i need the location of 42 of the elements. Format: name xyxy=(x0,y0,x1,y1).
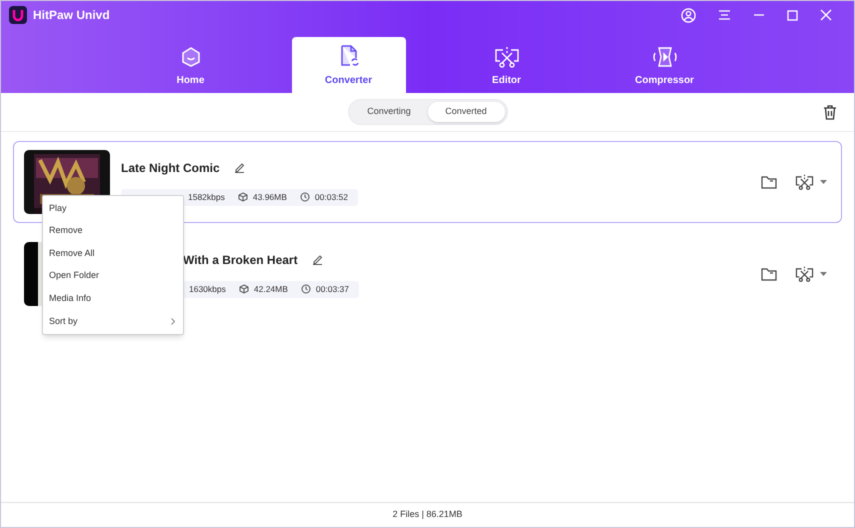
dropdown-caret-icon[interactable] xyxy=(820,272,827,276)
scissors-frame-icon[interactable] xyxy=(795,173,814,191)
segment-tab[interactable]: Converting xyxy=(350,102,428,122)
nav-tab[interactable]: Editor xyxy=(450,37,564,93)
pencil-icon[interactable] xyxy=(312,254,323,265)
file-title: With a Broken Heart xyxy=(183,252,298,268)
nav-tab[interactable]: Compressor xyxy=(608,37,722,93)
duration-text: 00:03:52 xyxy=(314,190,348,204)
scissors-frame-icon xyxy=(494,46,520,68)
bitrate-text: 1630kbps xyxy=(189,282,226,296)
app-logo-icon xyxy=(9,6,27,24)
menu-item[interactable]: Remove All xyxy=(43,242,183,265)
home-icon xyxy=(180,46,202,68)
bitrate-text: 1582kbps xyxy=(188,190,225,204)
menu-item[interactable]: Open Folder xyxy=(43,264,183,288)
nav-tab[interactable]: Home xyxy=(134,37,248,93)
cube-icon xyxy=(238,284,249,294)
size-text: 42.24MB xyxy=(254,282,288,296)
segment-tab[interactable]: Converted xyxy=(428,102,504,122)
trash-icon[interactable] xyxy=(823,104,837,120)
menu-item[interactable]: Sort by xyxy=(43,310,183,333)
window-title: HitPaw Univd xyxy=(33,7,110,24)
menu-icon[interactable] xyxy=(718,9,731,21)
menu-item[interactable]: Play xyxy=(43,197,183,220)
clock-icon xyxy=(300,284,311,294)
duration-text: 00:03:37 xyxy=(316,282,349,296)
folder-icon[interactable] xyxy=(761,267,777,281)
file-title: Late Night Comic xyxy=(121,160,220,176)
maximize-icon[interactable] xyxy=(787,10,798,20)
close-icon[interactable] xyxy=(820,9,832,21)
scissors-frame-icon[interactable] xyxy=(795,265,814,283)
folder-icon[interactable] xyxy=(761,175,777,189)
size-text: 43.96MB xyxy=(252,190,287,204)
compress-icon xyxy=(652,46,678,68)
menu-item[interactable]: Media Info xyxy=(43,287,183,310)
dropdown-caret-icon[interactable] xyxy=(820,180,827,184)
clock-icon xyxy=(300,192,310,202)
account-icon[interactable] xyxy=(681,8,696,22)
pencil-icon[interactable] xyxy=(234,162,245,173)
status-text: 2 Files | 86.21MB xyxy=(392,508,462,522)
cube-icon xyxy=(238,192,248,202)
nav-tab[interactable]: Converter xyxy=(292,37,406,93)
